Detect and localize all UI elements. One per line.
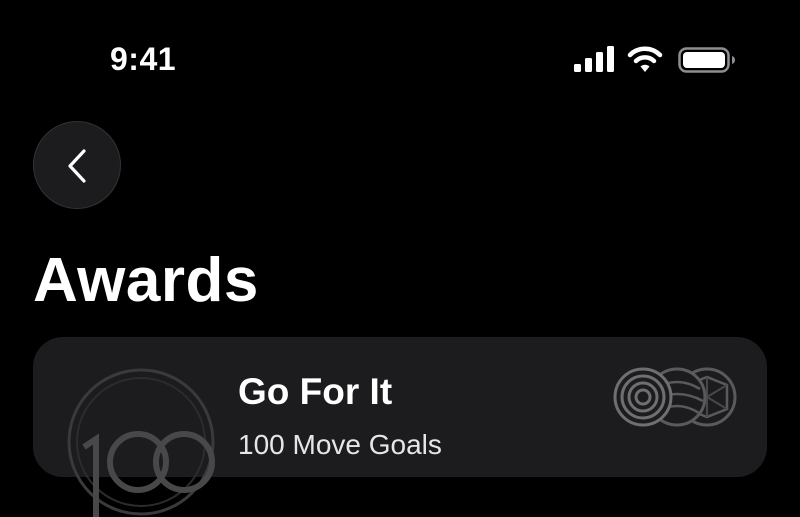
badge-rings-icon xyxy=(613,367,673,427)
award-100-badge-icon xyxy=(67,368,215,517)
signal-icon xyxy=(574,46,614,72)
award-title: Go For It xyxy=(238,371,393,412)
award-stack-icon xyxy=(613,367,737,427)
award-subtitle: 100 Move Goals xyxy=(238,429,442,460)
wifi-icon xyxy=(627,46,663,72)
page-title: Awards xyxy=(33,246,259,315)
back-button[interactable] xyxy=(33,121,121,209)
award-card[interactable]: Go For It 100 Move Goals xyxy=(33,337,767,517)
battery-icon xyxy=(678,47,735,73)
status-icons xyxy=(0,44,800,74)
chevron-left-icon xyxy=(68,149,86,183)
